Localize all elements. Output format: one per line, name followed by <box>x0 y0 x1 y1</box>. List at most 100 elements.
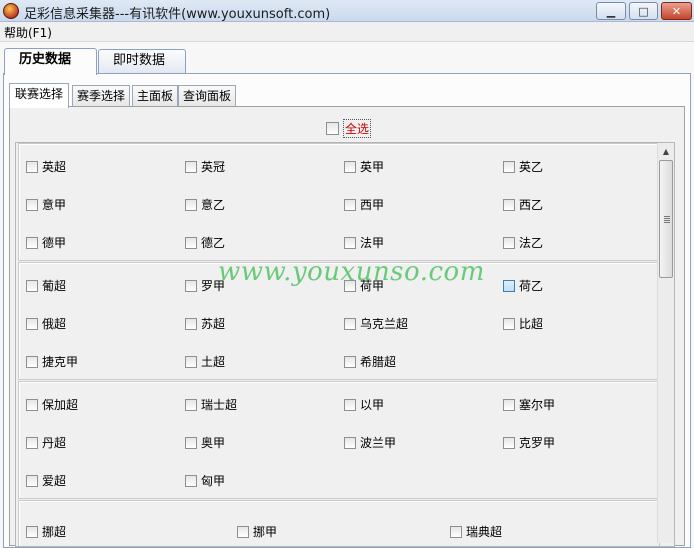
maximize-button[interactable]: □ <box>629 2 658 20</box>
league-label: 法甲 <box>360 236 385 250</box>
checkbox[interactable] <box>503 398 515 411</box>
league-checkbox[interactable]: 希腊超 <box>344 353 396 370</box>
checkbox[interactable] <box>185 160 197 173</box>
checkbox[interactable] <box>26 525 38 538</box>
league-label: 德乙 <box>201 236 226 250</box>
league-label: 俄超 <box>42 317 67 331</box>
checkbox[interactable] <box>450 525 462 538</box>
checkbox[interactable] <box>26 355 38 368</box>
checkbox[interactable] <box>326 122 339 135</box>
league-checkbox[interactable]: 葡超 <box>26 277 66 294</box>
league-checkbox[interactable]: 克罗甲 <box>503 434 555 451</box>
league-label: 苏超 <box>201 317 226 331</box>
league-label: 英乙 <box>519 160 544 174</box>
league-checkbox[interactable]: 丹超 <box>26 434 66 451</box>
checkbox[interactable] <box>503 160 515 173</box>
league-checkbox[interactable]: 英甲 <box>344 158 384 175</box>
league-checkbox[interactable]: 塞尔甲 <box>503 396 555 413</box>
checkbox[interactable] <box>185 355 197 368</box>
league-label: 法乙 <box>519 236 544 250</box>
league-checkbox[interactable]: 罗甲 <box>185 277 225 294</box>
league-checkbox[interactable]: 乌克兰超 <box>344 315 408 332</box>
league-label: 英冠 <box>201 160 226 174</box>
checkbox[interactable] <box>237 525 249 538</box>
league-checkbox[interactable]: 意甲 <box>26 196 66 213</box>
tab-main-panel[interactable]: 主面板 <box>132 85 179 107</box>
league-checkbox[interactable]: 俄超 <box>26 315 66 332</box>
checkbox[interactable] <box>344 160 356 173</box>
checkbox[interactable] <box>26 160 38 173</box>
vertical-scrollbar[interactable]: ▲ <box>657 143 674 543</box>
tab-history-data[interactable]: 历史数据 <box>4 48 97 75</box>
league-checkbox[interactable]: 荷乙 <box>503 277 543 294</box>
menu-bar: 帮助(F1) <box>0 22 694 41</box>
checkbox[interactable] <box>185 317 197 330</box>
checkbox[interactable] <box>344 279 356 292</box>
checkbox[interactable] <box>503 236 515 249</box>
checkbox[interactable] <box>26 236 38 249</box>
league-checkbox[interactable]: 捷克甲 <box>26 353 78 370</box>
checkbox[interactable] <box>26 198 38 211</box>
checkbox[interactable] <box>344 198 356 211</box>
menu-help[interactable]: 帮助(F1) <box>4 24 52 41</box>
tab-season-select[interactable]: 赛季选择 <box>72 85 131 107</box>
league-checkbox[interactable]: 挪甲 <box>237 523 277 540</box>
checkbox[interactable] <box>185 279 197 292</box>
checkbox[interactable] <box>344 398 356 411</box>
checkbox[interactable] <box>344 355 356 368</box>
checkbox[interactable] <box>185 198 197 211</box>
league-label: 瑞典超 <box>466 525 503 539</box>
league-checkbox[interactable]: 荷甲 <box>344 277 384 294</box>
checkbox[interactable] <box>503 436 515 449</box>
checkbox[interactable] <box>503 198 515 211</box>
league-label: 塞尔甲 <box>519 398 556 412</box>
checkbox[interactable] <box>26 398 38 411</box>
minimize-button[interactable]: ▁ <box>596 2 626 20</box>
tab-live-data[interactable]: 即时数据 <box>98 49 186 73</box>
league-checkbox[interactable]: 保加超 <box>26 396 78 413</box>
league-checkbox[interactable]: 波兰甲 <box>344 434 396 451</box>
scroll-up-icon[interactable]: ▲ <box>658 143 674 159</box>
tab-query-panel[interactable]: 查询面板 <box>178 85 237 107</box>
checkbox[interactable] <box>344 236 356 249</box>
league-checkbox[interactable]: 西乙 <box>503 196 543 213</box>
tab-league-select[interactable]: 联赛选择 <box>9 83 70 108</box>
checkbox[interactable] <box>503 279 515 292</box>
league-checkbox[interactable]: 西甲 <box>344 196 384 213</box>
checkbox[interactable] <box>26 474 38 487</box>
league-checkbox[interactable]: 奥甲 <box>185 434 225 451</box>
checkbox[interactable] <box>185 398 197 411</box>
league-checkbox[interactable]: 瑞典超 <box>450 523 502 540</box>
league-label: 英甲 <box>360 160 385 174</box>
close-button[interactable]: ✕ <box>661 2 692 20</box>
league-checkbox[interactable]: 法乙 <box>503 234 543 251</box>
league-checkbox[interactable]: 法甲 <box>344 234 384 251</box>
league-checkbox[interactable]: 土超 <box>185 353 225 370</box>
league-checkbox[interactable]: 苏超 <box>185 315 225 332</box>
league-checkbox[interactable]: 以甲 <box>344 396 384 413</box>
league-checkbox[interactable]: 德乙 <box>185 234 225 251</box>
checkbox[interactable] <box>185 474 197 487</box>
checkbox[interactable] <box>503 317 515 330</box>
league-checkbox[interactable]: 匈甲 <box>185 472 225 489</box>
checkbox[interactable] <box>344 436 356 449</box>
league-checkbox[interactable]: 英冠 <box>185 158 225 175</box>
league-checkbox[interactable]: 英超 <box>26 158 66 175</box>
checkbox[interactable] <box>26 317 38 330</box>
select-all-checkbox[interactable]: 全选 <box>326 119 372 138</box>
league-checkbox[interactable]: 瑞士超 <box>185 396 237 413</box>
league-checkbox[interactable]: 意乙 <box>185 196 225 213</box>
checkbox[interactable] <box>185 236 197 249</box>
league-group: 保加超 瑞士超 以甲 塞尔甲 丹超 奥甲 波兰甲 克罗甲 爱超 匈甲 <box>18 381 660 499</box>
checkbox[interactable] <box>344 317 356 330</box>
league-checkbox[interactable]: 爱超 <box>26 472 66 489</box>
checkbox[interactable] <box>26 436 38 449</box>
league-checkbox[interactable]: 挪超 <box>26 523 66 540</box>
checkbox[interactable] <box>26 279 38 292</box>
league-checkbox[interactable]: 德甲 <box>26 234 66 251</box>
league-checkbox[interactable]: 比超 <box>503 315 543 332</box>
league-label: 意乙 <box>201 198 226 212</box>
scroll-thumb[interactable] <box>659 160 673 278</box>
league-checkbox[interactable]: 英乙 <box>503 158 543 175</box>
checkbox[interactable] <box>185 436 197 449</box>
